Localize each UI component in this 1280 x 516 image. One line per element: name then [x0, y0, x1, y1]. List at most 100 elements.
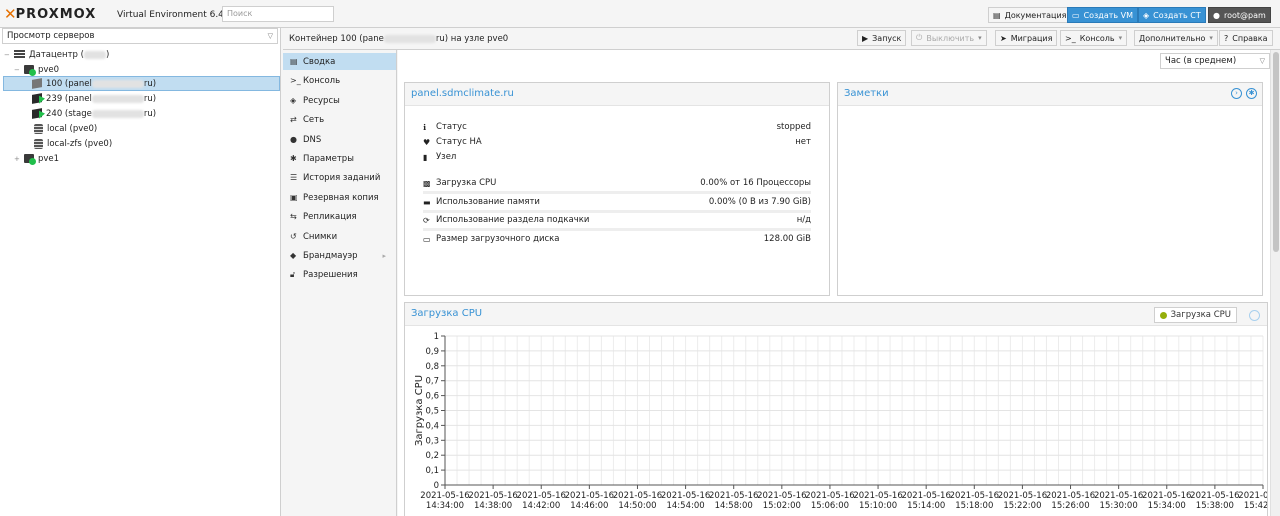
user-menu-button[interactable]: ● root@pam [1208, 7, 1271, 23]
nav-label: Брандмауэр [303, 250, 358, 261]
terminal-icon: >_ [1065, 33, 1076, 43]
x-tick-date: 2021-05-16 [805, 491, 854, 501]
vertical-scrollbar[interactable] [1270, 50, 1280, 516]
documentation-label: Документация [1004, 10, 1067, 20]
chevron-circle-icon[interactable]: › [1231, 88, 1242, 99]
nav-label: История заданий [303, 172, 381, 183]
create-ct-button[interactable]: ◈ Создать CT [1138, 7, 1206, 23]
more-button[interactable]: Дополнительно ▾ [1134, 30, 1218, 46]
tree-node-pve0[interactable]: − pve0 [14, 62, 59, 77]
collapse-icon[interactable]: − [4, 51, 14, 59]
nav-label: Параметры [303, 153, 354, 164]
nav-item-task-history[interactable]: ☰ История заданий [283, 169, 396, 186]
y-tick-label: 0,9 [425, 347, 439, 357]
tree-datacenter[interactable]: − Датацентр () [4, 47, 109, 62]
x-tick-time: 15:14:00 [907, 501, 945, 511]
create-ct-label: Создать CT [1153, 10, 1201, 20]
view-selector[interactable]: Просмотр серверов ▽ [2, 28, 278, 44]
tree-ct-100[interactable]: 100 (panel ru) [3, 76, 280, 91]
ha-label: Статус HA [436, 137, 482, 147]
nav-item-dns[interactable]: ● DNS [283, 131, 396, 148]
floppy-icon: ▣ [290, 193, 298, 202]
nav-item-options[interactable]: ✱ Параметры [283, 150, 396, 167]
view-selector-label: Просмотр серверов [7, 31, 95, 41]
console-button[interactable]: >_ Консоль ▾ [1060, 30, 1128, 46]
x-tick-date: 2021-05-16 [1046, 491, 1095, 501]
search-input[interactable]: Поиск [222, 6, 334, 22]
nav-item-snapshots[interactable]: ↺ Снимки [283, 228, 396, 245]
x-tick-date: 2021-05-16 [1238, 491, 1267, 501]
x-tick-date: 2021-05-16 [950, 491, 999, 501]
status-row: ℹ Статус stopped [423, 120, 811, 134]
x-tick-time: 14:54:00 [666, 501, 704, 511]
nav-label: Сводка [303, 56, 336, 67]
storage-zfs-label: local-zfs (pve0) [47, 138, 113, 149]
ha-value: нет [795, 137, 811, 147]
title-suffix: ru) на узле pve0 [435, 34, 509, 44]
title-prefix: Контейнер 100 (pane [289, 34, 384, 44]
shutdown-label: Выключить [926, 33, 975, 43]
x-tick-date: 2021-05-16 [1190, 491, 1239, 501]
node-pve0-label: pve0 [38, 64, 60, 75]
status-panel: panel.sdmclimate.ru ℹ Статус stopped ♥ С… [404, 82, 830, 296]
chart-toggle-icon[interactable] [1249, 310, 1260, 321]
tree-node-pve1[interactable]: + pve1 [14, 151, 59, 166]
status-panel-title: panel.sdmclimate.ru [405, 83, 829, 106]
book-icon: ▤ [290, 57, 298, 66]
nav-label: Репликация [303, 211, 357, 222]
collapse-icon[interactable]: − [14, 66, 24, 74]
user-label: root@pam [1223, 10, 1266, 20]
tree-storage-local-zfs[interactable]: local-zfs (pve0) [34, 136, 112, 151]
cpu-chart-panel: Загрузка CPU Загрузка CPU 1 0,9 0,8 0,7 0,6 0… [404, 302, 1268, 516]
nav-item-summary[interactable]: ▤ Сводка [283, 53, 396, 70]
expand-icon[interactable]: + [14, 155, 24, 163]
x-tick-time: 15:30:00 [1100, 501, 1138, 511]
tree-storage-local[interactable]: local (pve0) [34, 121, 97, 136]
top-bar: ✕ PROXMOX Virtual Environment 6.4-4 Поис… [0, 0, 1280, 28]
chevron-down-icon[interactable]: ▾ [978, 34, 982, 42]
chart-legend-cpu[interactable]: Загрузка CPU [1153, 307, 1237, 323]
list-icon: ☰ [290, 173, 298, 182]
ct-100-suffix: ru) [143, 78, 157, 89]
documentation-button[interactable]: ▤ Документация [988, 7, 1072, 23]
x-tick-date: 2021-05-16 [709, 491, 758, 501]
ct-100-label: 100 (panel [46, 78, 92, 89]
x-tick-date: 2021-05-16 [517, 491, 566, 501]
status-value: stopped [776, 122, 811, 132]
scrollbar-thumb[interactable] [1273, 52, 1279, 252]
proxmox-logo[interactable]: ✕ PROXMOX [4, 5, 96, 23]
shutdown-button[interactable]: ⏻ Выключить ▾ [911, 30, 987, 46]
start-button[interactable]: ▶ Запуск [857, 30, 907, 46]
notes-panel-title: Заметки › ✱ [838, 83, 1262, 106]
chevron-down-icon[interactable]: ▾ [1119, 34, 1123, 42]
cpu-value: 0.00% от 16 Процессоры [700, 178, 811, 188]
refresh-icon: ⟳ [423, 215, 430, 225]
heartbeat-icon: ♥ [423, 137, 431, 147]
tree-ct-240[interactable]: 240 (stage ru) [32, 106, 156, 121]
nav-item-network[interactable]: ⇄ Сеть [283, 111, 396, 128]
nav-item-permissions[interactable]: 🔓︎ Разрешения [283, 266, 396, 283]
server-online-icon [24, 154, 36, 165]
legend-label: Загрузка CPU [1170, 310, 1231, 320]
x-tick-date: 2021-05-16 [565, 491, 614, 501]
help-button[interactable]: ? Справка [1219, 30, 1273, 46]
swap-label: Использование раздела подкачки [436, 215, 590, 225]
create-vm-button[interactable]: ▭ Создать VM [1067, 7, 1139, 23]
nav-item-console[interactable]: >_ Консоль [283, 72, 396, 89]
x-tick-time: 15:10:00 [859, 501, 897, 511]
container-stopped-icon [32, 78, 42, 89]
nav-item-firewall[interactable]: ◆ Брандмауэр ▸ [283, 247, 396, 264]
tree-ct-239[interactable]: 239 (panel ru) [32, 91, 156, 106]
nav-item-replication[interactable]: ⇆ Репликация [283, 208, 396, 225]
nav-item-resources[interactable]: ◈ Ресурсы [283, 92, 396, 109]
nav-label: Ресурсы [303, 95, 340, 106]
chevron-down-icon[interactable]: ▾ [1209, 34, 1213, 42]
timeframe-selector[interactable]: Час (в среднем) ▽ [1160, 53, 1270, 69]
nav-item-backup[interactable]: ▣ Резервная копия [283, 189, 396, 206]
migrate-button[interactable]: ➤ Миграция [995, 30, 1058, 46]
x-tick-time: 14:34:00 [426, 501, 464, 511]
version-label: Virtual Environment 6.4-4 [117, 10, 233, 20]
gear-icon[interactable]: ✱ [1246, 88, 1257, 99]
cpu-chart: 10,90,80,70,60,50,40,30,20,102021-05-161… [414, 332, 1267, 511]
hdd-icon: ▭ [423, 234, 431, 244]
